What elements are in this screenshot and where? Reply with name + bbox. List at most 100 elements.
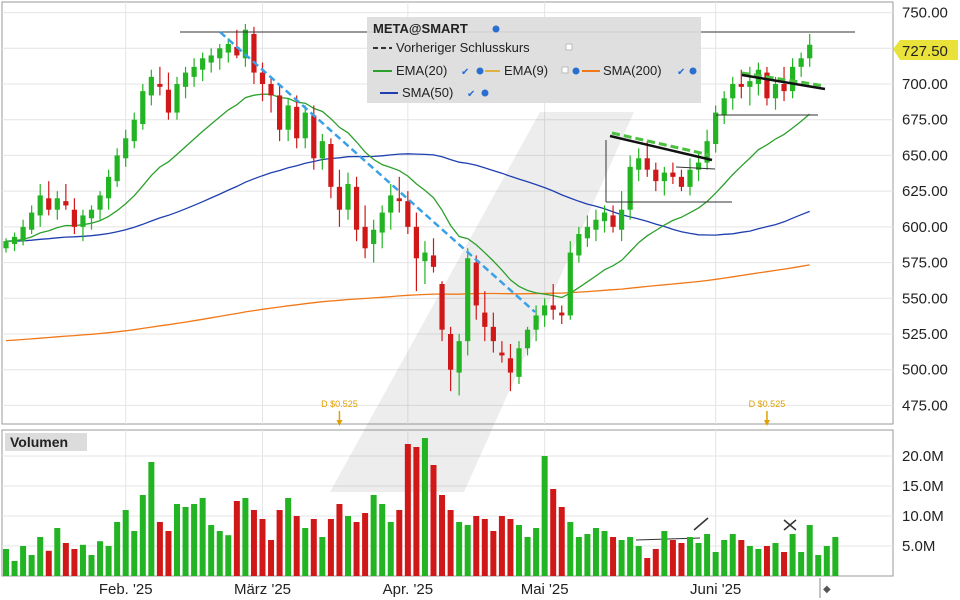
volume-bar — [584, 534, 591, 576]
candle-body — [29, 212, 35, 230]
volume-bar — [541, 456, 548, 576]
candle-body — [148, 76, 154, 96]
volume-bar — [439, 495, 446, 576]
volume-bar — [310, 519, 317, 576]
volume-bar — [276, 510, 283, 576]
volume-tick-label: 15.0M — [902, 478, 944, 495]
stock-chart: D $0.525 D $0.525 475.00 500.00 525.00 550.0… — [1, 1, 958, 598]
volume-bar — [533, 528, 540, 576]
candle-body — [619, 209, 625, 230]
candle-body — [277, 95, 283, 130]
volume-axis: 5.0M 10.0M 15.0M 20.0M — [902, 448, 944, 555]
volume-bar — [174, 504, 180, 576]
volume-bar — [815, 555, 822, 576]
gear-icon[interactable] — [572, 67, 580, 75]
candle — [567, 241, 573, 320]
candle-body — [88, 209, 95, 219]
volume-bar — [37, 537, 44, 576]
candle-body — [678, 176, 685, 187]
candle-body — [80, 215, 86, 227]
volume-bar — [242, 498, 249, 576]
volume-bar — [285, 498, 292, 576]
volume-bar — [62, 543, 69, 576]
price-tick-label: 750.00 — [902, 5, 948, 22]
price-axis: 475.00 500.00 525.00 550.00 575.00 600.00 625.… — [902, 5, 948, 415]
volume-bar — [456, 522, 463, 576]
volume-bar — [88, 555, 95, 576]
volume-bar — [156, 522, 163, 576]
price-tick-label: 650.00 — [902, 147, 948, 164]
candle-body — [200, 58, 206, 70]
gear-icon[interactable] — [481, 89, 489, 97]
candle-body — [473, 262, 479, 306]
candle-body — [456, 341, 462, 373]
candle-body — [123, 138, 129, 159]
volume-bar — [798, 552, 805, 576]
candle-body — [336, 186, 343, 210]
candle-body — [661, 172, 667, 182]
volume-bar — [575, 537, 582, 576]
candle-body — [208, 55, 214, 63]
volume-bar — [54, 528, 61, 576]
candle-body — [345, 184, 351, 210]
candle-body — [430, 255, 437, 267]
toggle-icon[interactable] — [565, 43, 573, 51]
current-price-tag: 727.50 — [893, 40, 958, 60]
candle — [465, 248, 471, 356]
candle-body — [225, 44, 231, 53]
volume-bar — [404, 444, 411, 576]
candle-body — [405, 201, 411, 227]
candle-body — [37, 195, 43, 216]
candle-body — [131, 119, 137, 142]
legend-prev-close-label: Vorheriger Schlusskurs — [396, 40, 530, 55]
candle-body — [413, 226, 419, 259]
candle-body — [268, 84, 274, 96]
volume-bar — [268, 540, 275, 576]
volume-bar — [71, 549, 78, 576]
candle-body — [328, 144, 334, 187]
price-tick-label: 675.00 — [902, 112, 948, 129]
gear-icon[interactable] — [492, 25, 500, 33]
volume-bar — [20, 546, 27, 576]
volume-bar — [763, 546, 770, 576]
volume-bar — [259, 519, 266, 576]
toggle-icon[interactable] — [561, 66, 569, 74]
volume-bar — [114, 522, 121, 576]
check-icon[interactable]: ✔ — [677, 67, 685, 78]
candle-body — [807, 44, 813, 59]
volume-bar — [481, 519, 488, 576]
volume-bar — [644, 558, 651, 576]
symbol-title: META@SMART — [373, 21, 468, 36]
scroll-right-icon[interactable]: ◆ — [823, 584, 831, 595]
volume-bar — [490, 531, 497, 576]
volume-bar — [524, 537, 531, 576]
candle-body — [294, 106, 300, 139]
volume-bar — [592, 528, 599, 576]
date-tick-label: Feb. '25 — [99, 581, 153, 598]
candle-body — [653, 169, 659, 182]
candle-body — [798, 58, 804, 67]
volume-bar — [567, 522, 574, 576]
volume-bar — [131, 531, 138, 576]
check-icon[interactable]: ✔ — [461, 67, 469, 78]
volume-bar — [772, 543, 779, 576]
volume-bar — [430, 465, 437, 576]
gear-icon[interactable] — [689, 67, 697, 75]
candle-body — [542, 305, 548, 316]
candle-body — [524, 329, 531, 349]
volume-title: Volumen — [10, 434, 68, 450]
gear-icon[interactable] — [476, 67, 484, 75]
volume-bar — [225, 535, 232, 576]
candle-body — [559, 312, 565, 316]
candle-body — [174, 84, 180, 113]
check-icon[interactable]: ✔ — [467, 89, 475, 100]
volume-bar — [447, 510, 454, 576]
candle-body — [182, 72, 189, 87]
volume-bar — [191, 504, 198, 576]
volume-bar — [473, 516, 480, 576]
candle-body — [165, 89, 172, 113]
candle-body — [217, 48, 223, 59]
legend: META@SMART Vorheriger Schlusskurs EMA(20… — [367, 17, 701, 103]
dividend-label: D $0.525 — [749, 399, 786, 409]
volume-bar — [806, 525, 813, 576]
